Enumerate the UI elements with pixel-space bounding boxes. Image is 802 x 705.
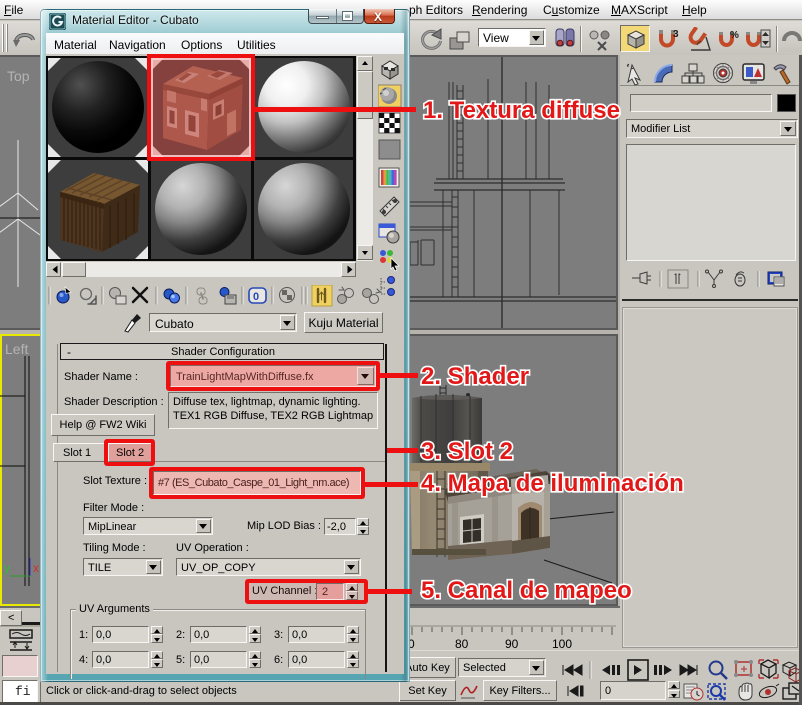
svg-text:0: 0	[253, 291, 259, 303]
svg-text:90: 90	[505, 637, 519, 650]
svg-text:x: x	[33, 561, 39, 575]
svg-text:100: 100	[552, 637, 572, 650]
svg-text:%: %	[730, 30, 739, 41]
svg-text:3: 3	[673, 29, 679, 40]
svg-text:y: y	[4, 561, 10, 575]
svg-text:80: 80	[455, 637, 469, 650]
